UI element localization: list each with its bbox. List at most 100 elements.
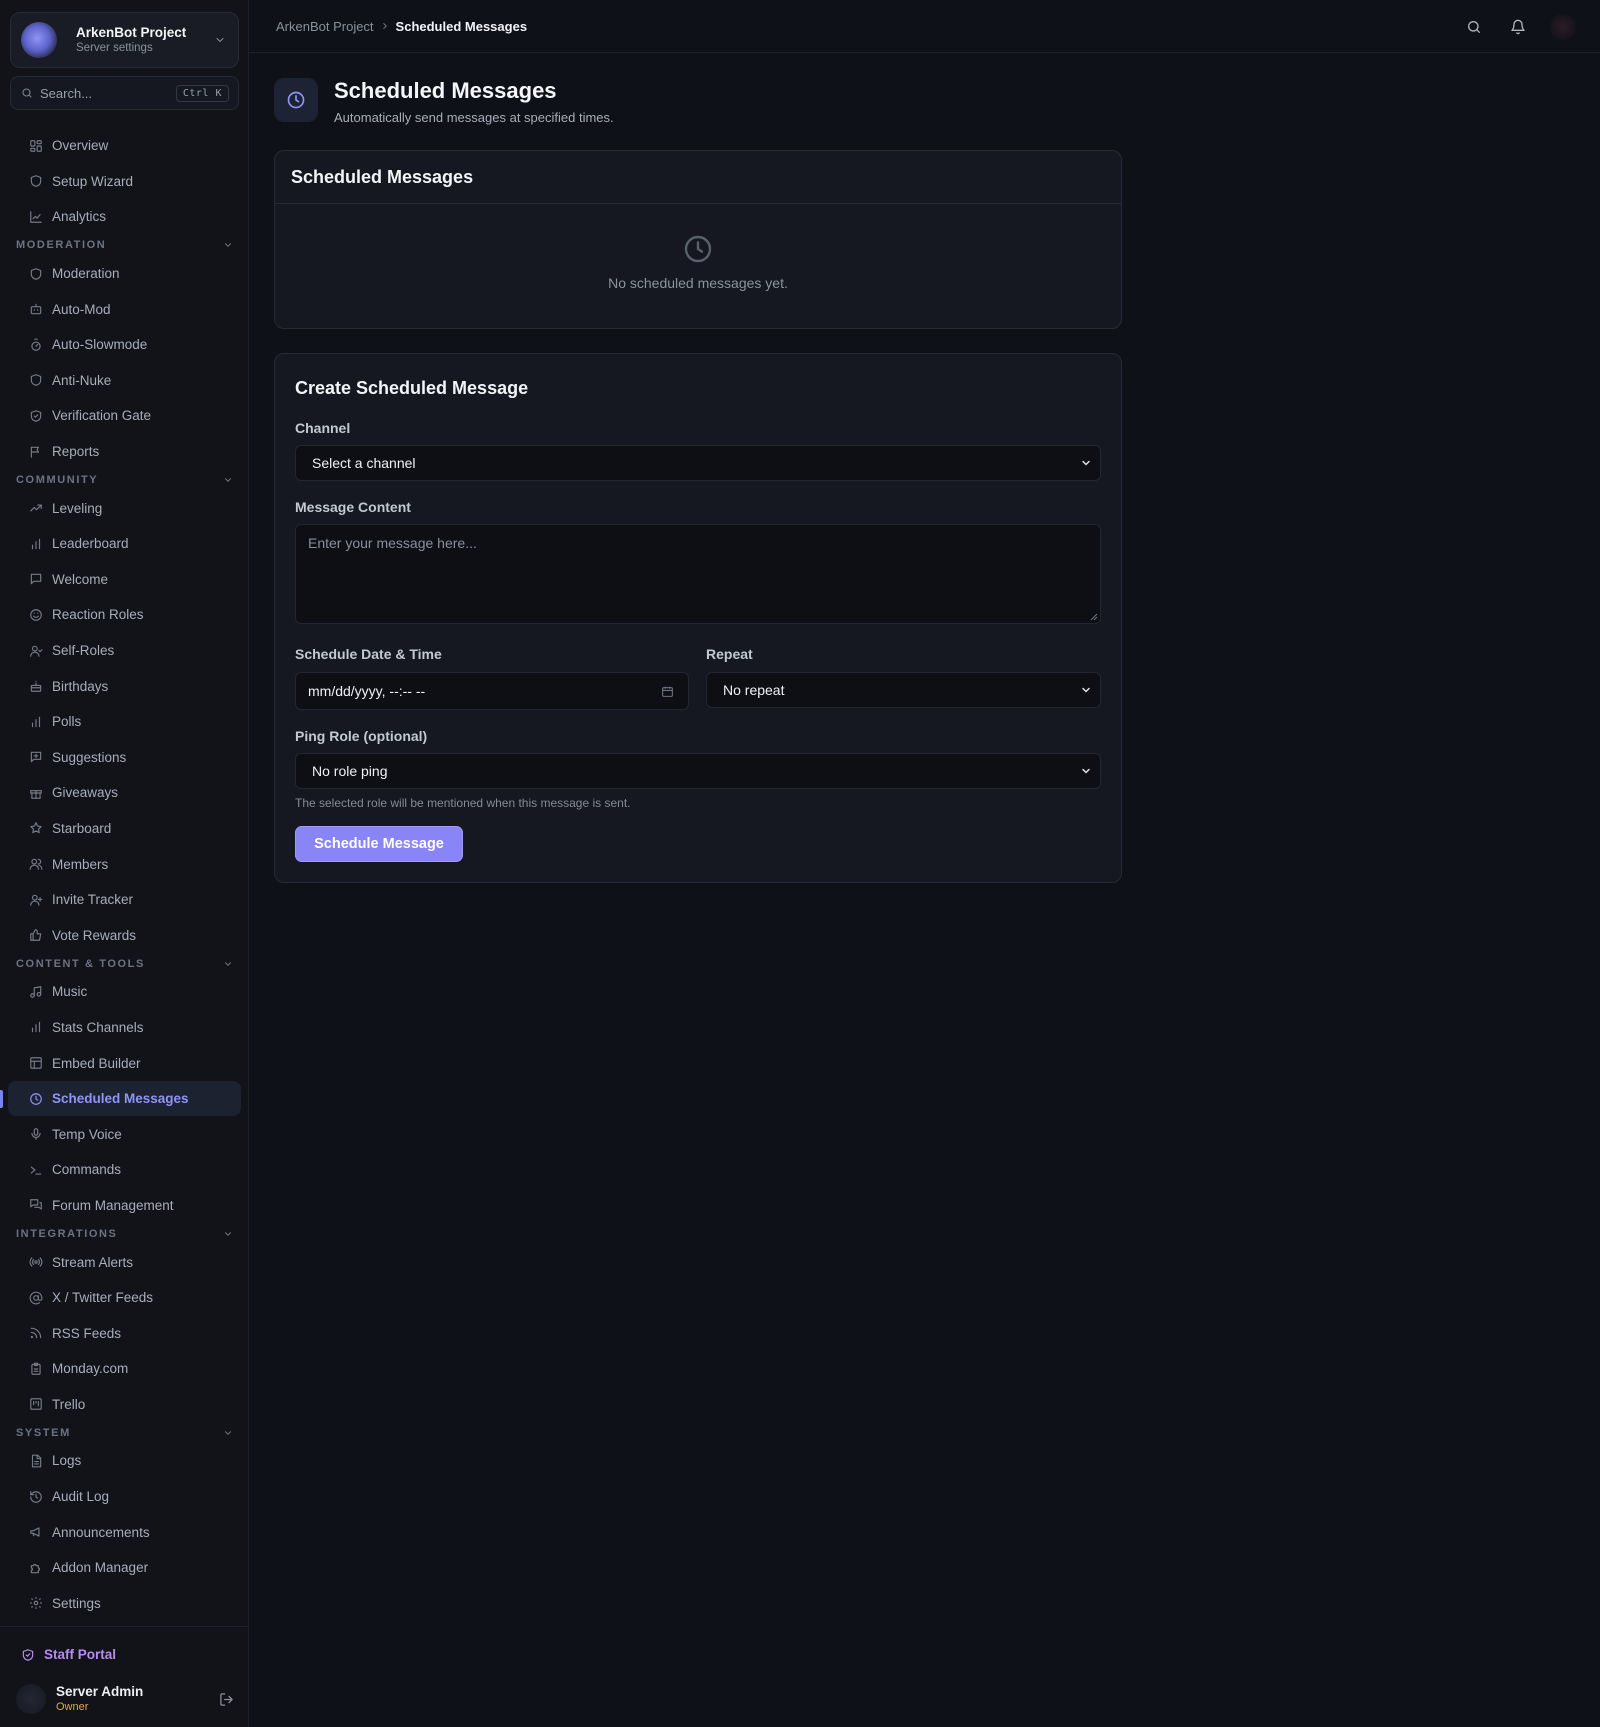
schedule-message-button[interactable]: Schedule Message	[295, 826, 463, 862]
sidebar-item-audit-log[interactable]: Audit Log	[8, 1479, 241, 1515]
section-moderation[interactable]: MODERATION	[0, 235, 249, 256]
message-plus-icon	[29, 750, 43, 764]
sidebar-item-verification-gate[interactable]: Verification Gate	[8, 398, 241, 434]
sidebar-item-rss-feeds[interactable]: RSS Feeds	[8, 1315, 241, 1351]
staff-portal-label: Staff Portal	[44, 1647, 117, 1662]
sidebar-item-auto-slowmode[interactable]: Auto-Slowmode	[8, 327, 241, 363]
search-icon	[21, 87, 33, 99]
timer-icon	[29, 338, 43, 352]
avatar[interactable]	[16, 1684, 46, 1714]
sidebar-item-label: Vote Rewards	[52, 927, 137, 943]
sidebar-item-polls[interactable]: Polls	[8, 704, 241, 740]
sidebar-item-music[interactable]: Music	[8, 974, 241, 1010]
calendar-icon[interactable]	[661, 685, 674, 698]
puzzle-icon	[29, 1561, 43, 1575]
messages-icon	[29, 1198, 43, 1212]
card-title: Scheduled Messages	[275, 151, 1121, 204]
section-title: SYSTEM	[16, 1426, 71, 1439]
sidebar-search[interactable]: Search... Ctrl K	[10, 76, 239, 110]
message-icon	[29, 572, 43, 586]
sidebar-item-label: Anti-Nuke	[52, 372, 112, 388]
sidebar-item-leaderboard[interactable]: Leaderboard	[8, 526, 241, 562]
sidebar-item-label: Logs	[52, 1453, 82, 1469]
sidebar: ArkenBot Project Server settings Search.…	[0, 0, 249, 1727]
sidebar-item-addon-manager[interactable]: Addon Manager	[8, 1550, 241, 1586]
clock-icon	[29, 1092, 43, 1106]
trending-up-icon	[29, 501, 43, 515]
resize-handle-icon[interactable]	[1090, 613, 1098, 621]
sidebar-item-label: RSS Feeds	[52, 1325, 122, 1341]
sidebar-item-auto-mod[interactable]: Auto-Mod	[8, 291, 241, 327]
chevron-down-icon	[1080, 684, 1092, 696]
sidebar-item-monday[interactable]: Monday.com	[8, 1351, 241, 1387]
channel-select[interactable]: Select a channel	[295, 445, 1101, 481]
sidebar-item-suggestions[interactable]: Suggestions	[8, 740, 241, 776]
sidebar-item-label: Auto-Mod	[52, 301, 111, 317]
section-title: MODERATION	[16, 239, 107, 252]
repeat-select[interactable]: No repeat	[706, 672, 1101, 708]
section-content-tools[interactable]: CONTENT & TOOLS	[0, 953, 249, 974]
sidebar-item-overview[interactable]: Overview	[8, 128, 241, 164]
bot-icon	[29, 302, 43, 316]
terminal-icon	[29, 1163, 43, 1177]
staff-portal-link[interactable]: Staff Portal	[21, 1647, 116, 1662]
sidebar-item-trello[interactable]: Trello	[8, 1387, 241, 1423]
sidebar-item-x-twitter-feeds[interactable]: X / Twitter Feeds	[8, 1280, 241, 1316]
sidebar-item-reaction-roles[interactable]: Reaction Roles	[8, 597, 241, 633]
sidebar-item-settings[interactable]: Settings	[8, 1586, 241, 1622]
sidebar-item-label: Commands	[52, 1162, 122, 1178]
sidebar-item-birthdays[interactable]: Birthdays	[8, 668, 241, 704]
schedule-datetime-value: mm/dd/yyyy, --:-- --	[308, 683, 426, 699]
sidebar-item-label: Temp Voice	[52, 1126, 122, 1142]
breadcrumb-root[interactable]: ArkenBot Project	[276, 19, 374, 34]
sidebar-item-invite-tracker[interactable]: Invite Tracker	[8, 882, 241, 918]
kanban-icon	[29, 1397, 43, 1411]
sidebar-item-embed-builder[interactable]: Embed Builder	[8, 1045, 241, 1081]
sidebar-item-self-roles[interactable]: Self-Roles	[8, 633, 241, 669]
schedule-datetime-input[interactable]: mm/dd/yyyy, --:-- --	[295, 672, 689, 710]
server-avatar	[21, 22, 57, 58]
sidebar-item-label: Reports	[52, 444, 100, 460]
server-switcher[interactable]: ArkenBot Project Server settings	[10, 12, 239, 68]
sidebar-item-commands[interactable]: Commands	[8, 1152, 241, 1188]
sidebar-item-anti-nuke[interactable]: Anti-Nuke	[8, 363, 241, 399]
sidebar-item-logs[interactable]: Logs	[8, 1443, 241, 1479]
user-info: Server Admin Owner	[56, 1684, 219, 1714]
sidebar-item-moderation[interactable]: Moderation	[8, 256, 241, 292]
section-integrations[interactable]: INTEGRATIONS	[0, 1223, 249, 1244]
sidebar-item-forum-management[interactable]: Forum Management	[8, 1188, 241, 1224]
sidebar-item-reports[interactable]: Reports	[8, 434, 241, 470]
sidebar-item-stream-alerts[interactable]: Stream Alerts	[8, 1244, 241, 1280]
sidebar-item-label: Monday.com	[52, 1361, 129, 1377]
sidebar-item-scheduled-messages[interactable]: Scheduled Messages	[0, 1080, 241, 1117]
sidebar-item-analytics[interactable]: Analytics	[8, 199, 241, 235]
section-system[interactable]: SYSTEM	[0, 1422, 249, 1443]
sidebar-item-label: Starboard	[52, 820, 112, 836]
search-icon[interactable]	[1466, 19, 1482, 35]
sidebar-item-giveaways[interactable]: Giveaways	[8, 775, 241, 811]
message-content-textarea[interactable]: Enter your message here...	[295, 524, 1101, 624]
sidebar-item-welcome[interactable]: Welcome	[8, 562, 241, 598]
sidebar-item-starboard[interactable]: Starboard	[8, 811, 241, 847]
bell-icon[interactable]	[1510, 19, 1526, 35]
shield-icon	[29, 267, 43, 281]
avatar[interactable]	[1550, 14, 1576, 40]
sidebar-item-stats-channels[interactable]: Stats Channels	[8, 1010, 241, 1046]
gift-icon	[29, 786, 43, 800]
chevron-down-icon	[223, 475, 233, 485]
layout-icon	[29, 1056, 43, 1070]
sidebar-item-vote-rewards[interactable]: Vote Rewards	[8, 917, 241, 953]
sidebar-item-setup-wizard[interactable]: Setup Wizard	[8, 164, 241, 200]
sidebar-item-label: Audit Log	[52, 1489, 110, 1505]
sidebar-item-announcements[interactable]: Announcements	[8, 1514, 241, 1550]
megaphone-icon	[29, 1525, 43, 1539]
sidebar-footer: Staff Portal Server Admin Owner	[0, 1626, 249, 1727]
sidebar-item-label: Scheduled Messages	[52, 1091, 189, 1107]
sidebar-item-leveling[interactable]: Leveling	[8, 490, 241, 526]
ping-role-select[interactable]: No role ping	[295, 753, 1101, 789]
sidebar-item-label: Leveling	[52, 500, 103, 516]
section-community[interactable]: COMMUNITY	[0, 469, 249, 490]
logout-icon[interactable]	[219, 1692, 234, 1707]
sidebar-item-temp-voice[interactable]: Temp Voice	[8, 1116, 241, 1152]
sidebar-item-members[interactable]: Members	[8, 846, 241, 882]
